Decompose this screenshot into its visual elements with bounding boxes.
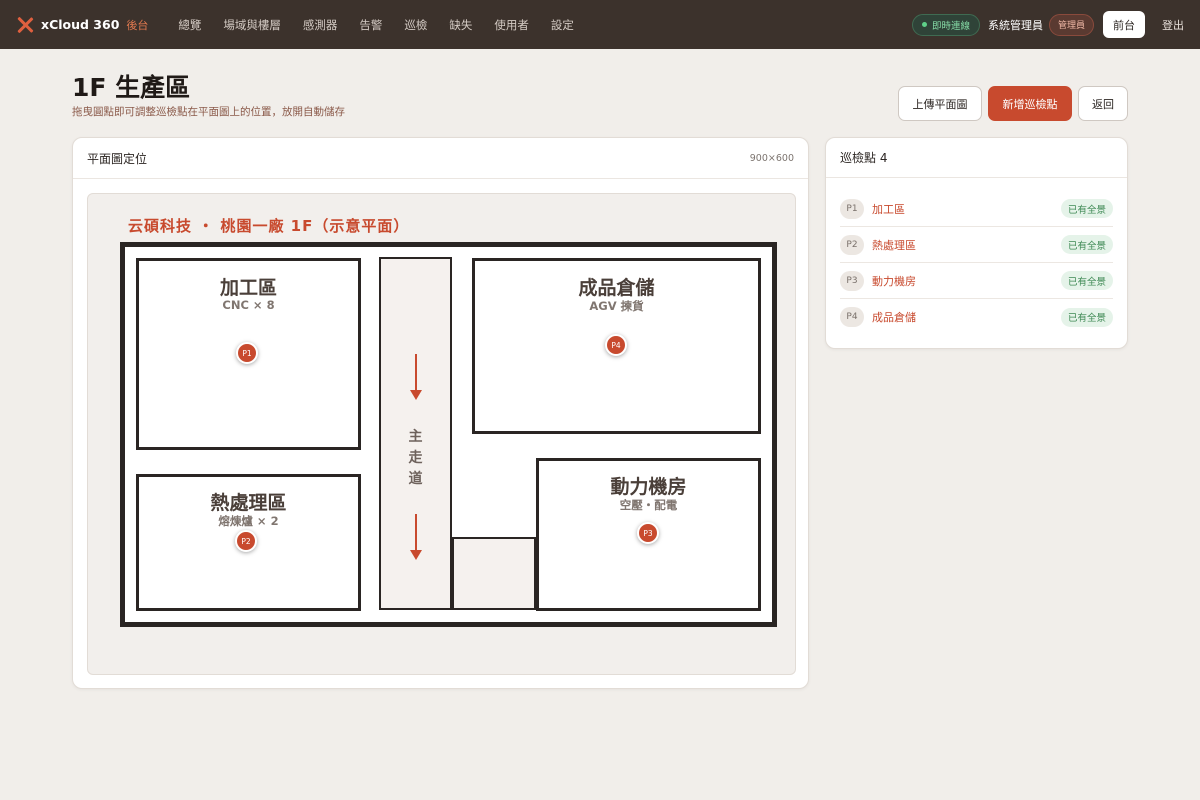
frontend-button[interactable]: 前台 — [1103, 11, 1145, 38]
room-heat-treatment-name: 熱處理區 — [210, 492, 287, 514]
points-list: P1 加工區 已有全景 P2 熱處理區 已有全景 P3 動力機房 已有全景 P4… — [826, 178, 1127, 335]
brand-logo-icon — [16, 16, 34, 34]
nav-item-sensors[interactable]: 感測器 — [303, 17, 338, 33]
floorplan-card-header: 平面圖定位 900×600 — [73, 138, 808, 179]
brand-name: xCloud 360 — [41, 17, 120, 32]
point-name-link[interactable]: 熱處理區 — [872, 237, 916, 253]
panorama-status-badge: 已有全景 — [1060, 235, 1113, 254]
user-name: 系統管理員 — [987, 18, 1043, 32]
floorplan-image-title: 云碩科技 ・ 桃園一廠 1F（示意平面） — [128, 217, 410, 235]
main-nav: 總覽 場域與樓層 感測器 告警 巡檢 缺失 使用者 設定 — [178, 17, 596, 33]
room-warehouse-name: 成品倉儲 — [578, 277, 655, 299]
list-item[interactable]: P4 成品倉儲 已有全景 — [840, 299, 1113, 335]
live-status-text: 即時連線 — [931, 20, 970, 32]
panorama-status-badge: 已有全景 — [1060, 307, 1113, 327]
room-machining-name: 加工區 — [219, 277, 277, 299]
room-power-plant-sub: 空壓・配電 — [619, 498, 678, 512]
top-navbar: xCloud 360 後台 總覽 場域與樓層 感測器 告警 巡檢 缺失 使用者 … — [0, 0, 1200, 49]
floorplan-card: 平面圖定位 900×600 云碩科技 ・ 桃園一廠 1F（示意平面） 加工區 C… — [72, 137, 809, 689]
corridor-arrow-bottom-icon — [410, 514, 422, 560]
panorama-status-badge: 已有全景 — [1060, 199, 1113, 218]
nav-item-defects[interactable]: 缺失 — [449, 17, 472, 33]
brand-subtitle: 後台 — [126, 18, 149, 32]
nav-item-settings[interactable]: 設定 — [551, 17, 574, 33]
corridor-label: 主 走 道 — [408, 429, 423, 487]
points-card-header: 巡檢點 4 — [826, 138, 1127, 178]
floorplan-dimensions: 900×600 — [749, 152, 794, 164]
point-name-link[interactable]: 動力機房 — [872, 273, 916, 289]
small-room — [452, 537, 536, 610]
point-id-badge: P3 — [840, 270, 864, 291]
upload-floorplan-button[interactable]: 上傳平面圖 — [898, 86, 982, 121]
room-heat-treatment-sub: 熔煉爐 × 2 — [218, 514, 279, 528]
pin-p4[interactable]: P4 — [605, 334, 627, 356]
floorplan-canvas[interactable]: 云碩科技 ・ 桃園一廠 1F（示意平面） 加工區 CNC × 8 成品倉儲 AG… — [87, 193, 796, 675]
page-actions: 上傳平面圖 新增巡檢點 返回 — [898, 86, 1128, 121]
main-corridor: 主 走 道 — [379, 257, 452, 610]
pin-p2[interactable]: P2 — [235, 530, 257, 552]
back-button[interactable]: 返回 — [1078, 86, 1128, 121]
panorama-status-badge: 已有全景 — [1060, 271, 1113, 290]
page-subtitle: 拖曳圓點即可調整巡檢點在平面圖上的位置，放開自動儲存 — [72, 106, 345, 118]
add-point-button[interactable]: 新增巡檢點 — [988, 86, 1072, 121]
user-role-badge: 管理員 — [1048, 13, 1094, 36]
nav-item-overview[interactable]: 總覽 — [178, 17, 201, 33]
point-id-badge: P2 — [840, 234, 864, 255]
logout-link[interactable]: 登出 — [1162, 17, 1184, 33]
live-status-badge: 即時連線 — [911, 13, 980, 36]
nav-item-sites-floors[interactable]: 場域與樓層 — [223, 17, 281, 33]
point-name-link[interactable]: 成品倉儲 — [872, 309, 916, 325]
floorplan-card-title: 平面圖定位 — [87, 151, 148, 166]
room-power-plant-name: 動力機房 — [610, 476, 687, 498]
list-item[interactable]: P1 加工區 已有全景 — [840, 191, 1113, 227]
point-id-badge: P4 — [840, 307, 864, 327]
room-machining-sub: CNC × 8 — [222, 298, 275, 312]
nav-right: 即時連線 系統管理員 管理員 前台 登出 — [911, 11, 1184, 38]
room-warehouse-sub: AGV 揀貨 — [589, 299, 644, 313]
brand[interactable]: xCloud 360 後台 — [16, 16, 148, 34]
inspection-points-card: 巡檢點 4 P1 加工區 已有全景 P2 熱處理區 已有全景 P3 動力機房 已… — [825, 137, 1128, 349]
list-item[interactable]: P3 動力機房 已有全景 — [840, 263, 1113, 299]
points-card-title: 巡檢點 4 — [840, 151, 888, 165]
nav-item-users[interactable]: 使用者 — [494, 17, 529, 33]
point-id-badge: P1 — [840, 198, 864, 219]
pin-p1[interactable]: P1 — [236, 342, 258, 364]
corridor-arrow-top-icon — [410, 354, 422, 400]
nav-item-inspection[interactable]: 巡檢 — [404, 17, 427, 33]
page-title: 1F 生產區 — [72, 73, 191, 102]
list-item[interactable]: P2 熱處理區 已有全景 — [840, 227, 1113, 263]
live-dot-icon — [921, 22, 927, 27]
point-name-link[interactable]: 加工區 — [872, 201, 905, 217]
nav-item-alerts[interactable]: 告警 — [359, 17, 382, 33]
pin-p3[interactable]: P3 — [637, 522, 659, 544]
